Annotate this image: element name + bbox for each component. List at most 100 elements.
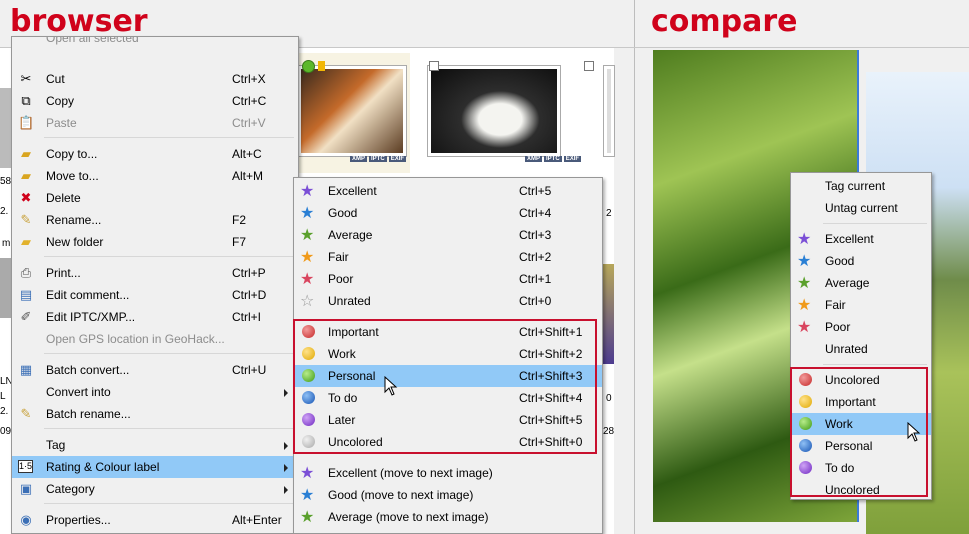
star-icon: ★ [300, 183, 315, 200]
menu-separator [823, 223, 927, 224]
iptc-icon: ✐ [20, 309, 32, 324]
butterfly-thumbnail[interactable] [298, 66, 406, 156]
properties-icon: ◉ [20, 512, 32, 527]
copy-icon: ⧉ [21, 93, 31, 108]
left-edge-text: 58 [0, 176, 12, 187]
menu-item-copy[interactable]: ⧉ Copy Ctrl+C [12, 90, 298, 112]
left-edge-text: 2. [0, 406, 9, 417]
menu-item-batch-convert[interactable]: ▦ Batch convert... Ctrl+U [12, 359, 298, 381]
menu-item-tag[interactable]: Tag [12, 434, 298, 456]
menu-item-paste[interactable]: 📋 Paste Ctrl+V [12, 112, 298, 134]
submenu-item-unrated[interactable]: ☆ Unrated Ctrl+0 [294, 290, 602, 312]
menu-separator [44, 137, 294, 138]
right-edge-text: 0 [606, 393, 612, 404]
left-edge-text: m [2, 238, 11, 249]
menu-item-copy-to[interactable]: ▰ Copy to... Alt+C [12, 143, 298, 165]
paste-icon: 📋 [18, 115, 35, 130]
context-menu: Open all selected ✂ Cut Ctrl+X ⧉ Copy Ct… [11, 36, 299, 534]
green-label-dot [302, 60, 315, 73]
metadata-badges: XMP IPTC EXIF [350, 156, 407, 162]
compare-item-poor[interactable]: ★ Poor [791, 316, 931, 338]
compare-item-excellent[interactable]: ★ Excellent [791, 228, 931, 250]
star-icon: ★ [300, 205, 315, 222]
scissors-icon: ✂ [20, 71, 32, 86]
delete-icon: ✖ [20, 190, 32, 205]
right-edge-text: 2 [606, 208, 612, 219]
rename-icon: ✎ [20, 212, 32, 227]
compare-item-untag-current[interactable]: Untag current [791, 197, 931, 219]
menu-item-open-all-selected[interactable]: Open all selected [12, 37, 298, 53]
menu-item-rename[interactable]: ✎ Rename... F2 [12, 209, 298, 231]
menu-separator [44, 256, 294, 257]
batch-rename-icon: ✎ [20, 406, 32, 421]
bookmark-icon [318, 61, 325, 71]
submenu-item-good[interactable]: ★ Good Ctrl+4 [294, 202, 602, 224]
compare-item-fair[interactable]: ★ Fair [791, 294, 931, 316]
submenu-item-poor[interactable]: ★ Poor Ctrl+1 [294, 268, 602, 290]
colour-label-highlight-box [293, 319, 597, 454]
comment-icon: ▤ [19, 287, 33, 302]
tag-checkbox[interactable] [429, 61, 439, 71]
star-next-icon: ★ [300, 465, 315, 482]
right-edge-text: 28 [603, 426, 615, 437]
submenu-item-average-next[interactable]: ★ Average (move to next image) [294, 506, 602, 528]
menu-separator [44, 353, 294, 354]
left-edge-text: L [0, 391, 6, 402]
menu-item-convert-into[interactable]: Convert into [12, 381, 298, 403]
menu-item-properties[interactable]: ◉ Properties... Alt+Enter [12, 509, 298, 531]
star-next-icon: ★ [300, 487, 315, 504]
menu-item-open-gps[interactable]: Open GPS location in GeoHack... [12, 328, 298, 350]
move-to-folder-icon: ▰ [21, 168, 31, 183]
menu-item-edit-iptc[interactable]: ✐ Edit IPTC/XMP... Ctrl+I [12, 306, 298, 328]
swan-thumbnail[interactable] [428, 66, 560, 156]
partial-thumbnail[interactable] [604, 66, 614, 156]
browser-title: browser [10, 4, 148, 39]
star-next-icon: ★ [300, 509, 315, 526]
left-edge-text: 2. [0, 206, 9, 217]
star-icon: ★ [300, 227, 315, 244]
menu-item-category[interactable]: ▣ Category [12, 478, 298, 500]
batch-convert-icon: ▦ [19, 362, 33, 377]
menu-separator [823, 364, 927, 365]
star-icon: ★ [797, 297, 812, 314]
copy-to-folder-icon: ▰ [21, 146, 31, 161]
mouse-cursor-icon [907, 422, 921, 442]
menu-separator [44, 428, 294, 429]
menu-item-delete[interactable]: ✖ Delete [12, 187, 298, 209]
star-icon: ★ [300, 271, 315, 288]
star-icon: ★ [797, 319, 812, 336]
star-icon: ★ [797, 253, 812, 270]
empty-star-icon: ☆ [300, 293, 315, 310]
compare-item-tag-current[interactable]: Tag current [791, 175, 931, 197]
submenu-item-excellent-next[interactable]: ★ Excellent (move to next image) [294, 462, 602, 484]
metadata-badges: XMP IPTC EXIF [525, 156, 582, 162]
menu-item-cut[interactable]: ✂ Cut Ctrl+X [12, 68, 298, 90]
tag-checkbox[interactable] [584, 61, 594, 71]
menu-item-new-folder[interactable]: ▰ New folder F7 [12, 231, 298, 253]
submenu-item-fair[interactable]: ★ Fair Ctrl+2 [294, 246, 602, 268]
compare-item-good[interactable]: ★ Good [791, 250, 931, 272]
submenu-item-excellent[interactable]: ★ Excellent Ctrl+5 [294, 180, 602, 202]
submenu-arrow-icon [284, 464, 288, 472]
menu-item-move-to[interactable]: ▰ Move to... Alt+M [12, 165, 298, 187]
menu-item-batch-rename[interactable]: ✎ Batch rename... [12, 403, 298, 425]
compare-item-average[interactable]: ★ Average [791, 272, 931, 294]
submenu-item-average[interactable]: ★ Average Ctrl+3 [294, 224, 602, 246]
star-icon: ★ [797, 275, 812, 292]
new-folder-icon: ▰ [21, 234, 31, 249]
submenu-arrow-icon [284, 486, 288, 494]
submenu-arrow-icon [284, 442, 288, 450]
category-icon: ▣ [19, 481, 33, 496]
menu-item-edit-comment[interactable]: ▤ Edit comment... Ctrl+D [12, 284, 298, 306]
menu-item-rating-colour-label[interactable]: 1·5 Rating & Colour label [12, 456, 298, 478]
mouse-cursor-icon [384, 376, 398, 396]
printer-icon: ⎙ [20, 265, 32, 280]
compare-title: compare [651, 4, 798, 39]
menu-item-print[interactable]: ⎙ Print... Ctrl+P [12, 262, 298, 284]
star-icon: ★ [300, 249, 315, 266]
submenu-arrow-icon [284, 389, 288, 397]
menu-separator [44, 503, 294, 504]
star-icon: ★ [797, 231, 812, 248]
submenu-item-good-next[interactable]: ★ Good (move to next image) [294, 484, 602, 506]
compare-item-unrated[interactable]: Unrated [791, 338, 931, 360]
